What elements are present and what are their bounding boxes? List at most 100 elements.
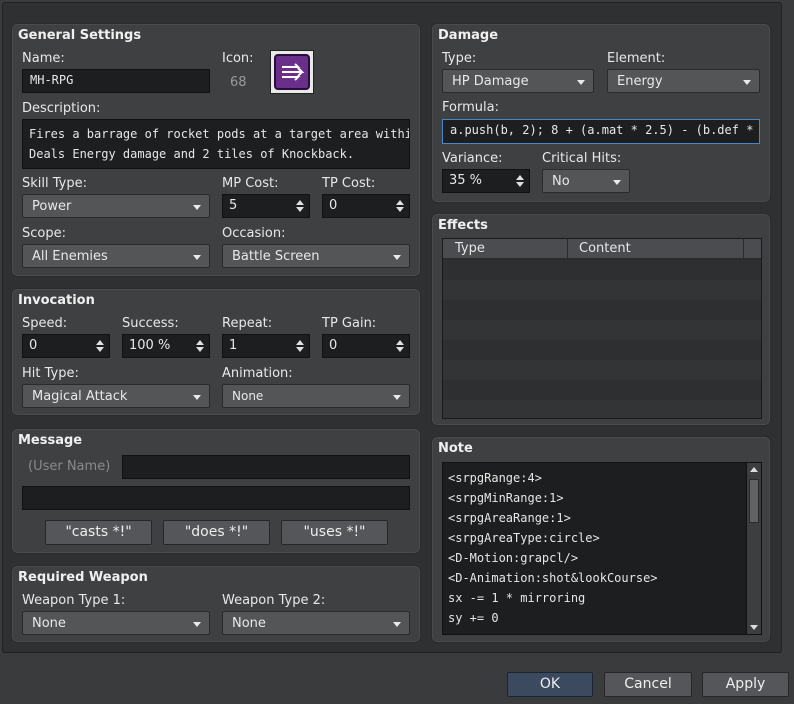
tp-cost-label: TP Cost:	[322, 176, 376, 191]
chevron-down-icon	[577, 80, 585, 85]
spin-down-icon[interactable]	[516, 182, 524, 187]
hit-type-value: Magical Attack	[32, 389, 128, 404]
critical-hits-select[interactable]: No	[542, 169, 630, 193]
note-line: <D-Motion:grapcl/>	[448, 551, 579, 565]
table-row[interactable]	[443, 320, 761, 340]
spin-up-icon[interactable]	[396, 340, 404, 345]
scope-select[interactable]: All Enemies	[22, 244, 210, 268]
spin-up-icon[interactable]	[296, 200, 304, 205]
table-row[interactable]	[443, 380, 761, 400]
tp-gain-label: TP Gain:	[322, 316, 377, 331]
description-textarea[interactable]: Fires a barrage of rocket pods at a targ…	[22, 119, 410, 169]
effects-group: Effects Type Content	[431, 213, 771, 426]
weapon-type-2-select[interactable]: None	[222, 611, 410, 635]
spin-down-icon[interactable]	[296, 347, 304, 352]
effects-col-divider	[743, 239, 744, 259]
spin-down-icon[interactable]	[96, 347, 104, 352]
spin-down-icon[interactable]	[396, 347, 404, 352]
table-row[interactable]	[443, 340, 761, 360]
invocation-group: Invocation Speed: 0 Success: 100 % Repea…	[11, 288, 421, 416]
effects-col-type: Type	[455, 241, 485, 256]
note-line: sx -= 1 * mirroring	[448, 591, 586, 605]
chevron-down-icon	[743, 80, 751, 85]
skill-type-select[interactable]: Power	[22, 194, 210, 218]
icon-label: Icon:	[222, 51, 254, 66]
name-label: Name:	[22, 51, 65, 66]
speed-stepper[interactable]: 0	[22, 334, 110, 358]
formula-label: Formula:	[442, 100, 499, 115]
user-name-placeholder: (User Name)	[28, 459, 111, 474]
uses-button[interactable]: "uses *!"	[281, 520, 388, 545]
description-label: Description:	[22, 101, 101, 116]
tp-cost-stepper[interactable]: 0	[322, 194, 410, 218]
table-row[interactable]	[443, 300, 761, 320]
message-line-2-input[interactable]	[22, 486, 410, 510]
general-settings-title: General Settings	[18, 28, 142, 43]
repeat-stepper[interactable]: 1	[222, 334, 310, 358]
note-line: <srpgAreaRange:1>	[448, 511, 571, 525]
weapon-type-1-select[interactable]: None	[22, 611, 210, 635]
scope-value: All Enemies	[32, 249, 108, 264]
animation-select[interactable]: None	[222, 384, 410, 408]
effects-col-divider	[567, 239, 568, 259]
spin-up-icon[interactable]	[396, 200, 404, 205]
note-textarea[interactable]: <srpgRange:4> <srpgMinRange:1> <srpgArea…	[442, 462, 762, 635]
spin-up-icon[interactable]	[196, 340, 204, 345]
scroll-up-icon[interactable]	[750, 467, 758, 472]
element-value: Energy	[617, 74, 663, 89]
element-select[interactable]: Energy	[607, 69, 760, 93]
chevron-down-icon	[193, 205, 201, 210]
chevron-down-icon	[393, 622, 401, 627]
speed-value: 0	[29, 338, 38, 353]
tp-gain-stepper[interactable]: 0	[322, 334, 410, 358]
table-row[interactable]	[443, 360, 761, 380]
ok-button[interactable]: OK	[507, 672, 593, 697]
repeat-value: 1	[229, 338, 238, 353]
occasion-select[interactable]: Battle Screen	[222, 244, 410, 268]
table-row[interactable]	[443, 260, 761, 280]
spin-down-icon[interactable]	[296, 207, 304, 212]
spin-up-icon[interactable]	[516, 175, 524, 180]
spin-down-icon[interactable]	[196, 347, 204, 352]
icon-picker-button[interactable]	[270, 50, 314, 94]
casts-button[interactable]: "casts *!"	[45, 520, 152, 545]
note-line: <srpgAreaType:circle>	[448, 531, 600, 545]
critical-hits-label: Critical Hits:	[542, 151, 622, 166]
effects-title: Effects	[438, 218, 488, 233]
does-button[interactable]: "does *!"	[163, 520, 270, 545]
invocation-title: Invocation	[18, 293, 95, 308]
icon-index: 68	[230, 75, 247, 90]
scroll-down-icon[interactable]	[750, 625, 758, 630]
general-settings-group: General Settings Name: MH-RPG Icon: 68 D…	[11, 23, 421, 277]
spin-down-icon[interactable]	[396, 207, 404, 212]
table-row[interactable]	[443, 280, 761, 300]
name-input[interactable]: MH-RPG	[22, 69, 210, 93]
damage-type-select[interactable]: HP Damage	[442, 69, 594, 93]
note-content: <srpgRange:4> <srpgMinRange:1> <srpgArea…	[448, 468, 658, 628]
note-line: <srpgRange:4>	[448, 471, 542, 485]
weapon-type-1-value: None	[32, 616, 66, 631]
damage-type-label: Type:	[442, 51, 477, 66]
repeat-label: Repeat:	[222, 316, 273, 331]
spin-up-icon[interactable]	[96, 340, 104, 345]
success-stepper[interactable]: 100 %	[122, 334, 210, 358]
apply-button[interactable]: Apply	[702, 672, 789, 697]
note-scrollbar[interactable]	[746, 463, 761, 634]
tp-gain-value: 0	[329, 338, 338, 353]
mp-cost-stepper[interactable]: 5	[222, 194, 310, 218]
hit-type-label: Hit Type:	[22, 366, 79, 381]
hit-type-select[interactable]: Magical Attack	[22, 384, 210, 408]
animation-value: None	[232, 389, 264, 403]
formula-input[interactable]: a.push(b, 2); 8 + (a.mat * 2.5) - (b.def…	[442, 119, 760, 144]
cancel-button[interactable]: Cancel	[604, 672, 692, 697]
effects-table[interactable]: Type Content	[442, 238, 762, 419]
note-line: <srpgMinRange:1>	[448, 491, 564, 505]
message-line-1-input[interactable]	[122, 455, 410, 479]
variance-stepper[interactable]: 35 %	[442, 169, 530, 193]
effects-table-header: Type Content	[443, 239, 761, 259]
table-row[interactable]	[443, 400, 761, 418]
spin-up-icon[interactable]	[296, 340, 304, 345]
scrollbar-thumb[interactable]	[749, 479, 759, 523]
message-group: Message (User Name) "casts *!" "does *!"…	[11, 428, 421, 554]
weapon-type-2-value: None	[232, 616, 266, 631]
